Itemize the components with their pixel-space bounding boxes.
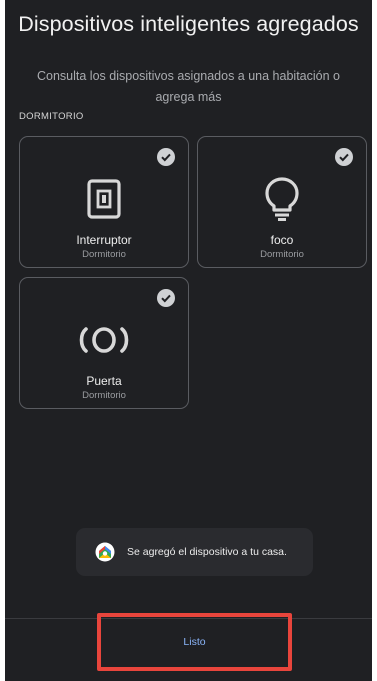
device-card-foco[interactable]: foco Dormitorio	[197, 136, 367, 268]
device-card-puerta[interactable]: Puerta Dormitorio	[19, 277, 189, 409]
room-section-label: DORMITORIO	[19, 111, 84, 122]
done-button[interactable]: Listo	[101, 617, 288, 667]
confirmation-toast: Se agregó el dispositivo a tu casa.	[76, 528, 313, 576]
toast-message: Se agregó el dispositivo a tu casa.	[127, 546, 287, 558]
device-room: Dormitorio	[82, 249, 126, 260]
switch-icon	[20, 175, 188, 223]
lightbulb-icon	[198, 175, 366, 223]
device-name: foco	[270, 233, 294, 247]
app-screen: Dispositivos inteligentes agregados Cons…	[5, 0, 372, 681]
check-icon	[157, 148, 175, 166]
door-sensor-icon	[20, 316, 188, 364]
check-icon	[335, 148, 353, 166]
page-title: Dispositivos inteligentes agregados	[18, 12, 359, 36]
device-room: Dormitorio	[260, 249, 304, 260]
check-icon	[157, 289, 175, 307]
device-card-interruptor[interactable]: Interruptor Dormitorio	[19, 136, 189, 268]
device-name: Puerta	[86, 374, 122, 388]
device-name: Interruptor	[76, 233, 132, 247]
device-room: Dormitorio	[82, 390, 126, 401]
page-subtitle: Consulta los dispositivos asignados a un…	[37, 69, 340, 104]
google-home-icon	[95, 542, 115, 562]
